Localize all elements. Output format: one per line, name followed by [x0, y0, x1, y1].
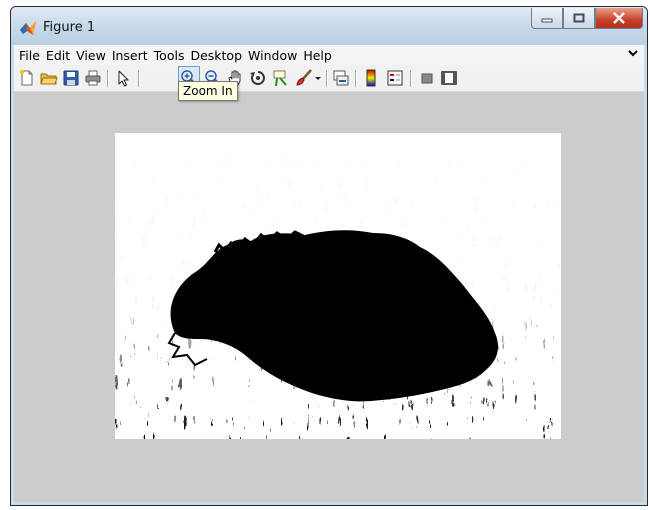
minimize-icon — [541, 18, 553, 23]
title-bar[interactable]: Figure 1 — [11, 7, 647, 45]
toolbar-separator — [107, 70, 109, 87]
edit-plot-icon[interactable] — [114, 69, 132, 87]
open-file-icon[interactable] — [40, 69, 58, 87]
menu-view[interactable]: View — [73, 48, 109, 63]
toolbar-separator — [355, 70, 357, 87]
menu-desktop[interactable]: Desktop — [187, 48, 245, 63]
menu-window[interactable]: Window — [245, 48, 300, 63]
rotate-3d-icon[interactable] — [249, 69, 267, 87]
close-icon — [613, 12, 625, 24]
binary-image-plot[interactable] — [115, 133, 561, 439]
show-plot-tools-icon[interactable] — [440, 69, 458, 87]
toolbar-separator — [410, 70, 412, 87]
minimize-button[interactable] — [531, 8, 563, 29]
save-icon[interactable] — [62, 69, 80, 87]
figure-window: Figure 1 File Edit View Insert Tools Des… — [10, 6, 648, 506]
maximize-button[interactable] — [563, 8, 595, 29]
new-figure-icon[interactable] — [18, 69, 36, 87]
link-plot-icon[interactable] — [332, 69, 350, 87]
figure-toolbar — [14, 65, 644, 92]
data-cursor-icon[interactable] — [272, 69, 290, 87]
hide-plot-tools-icon[interactable] — [418, 69, 436, 87]
window-controls — [531, 8, 643, 29]
colorbar-icon[interactable] — [362, 69, 380, 87]
toolbar-separator — [326, 70, 328, 87]
window-title: Figure 1 — [43, 20, 96, 35]
menubar-overflow-icon[interactable] — [628, 48, 638, 58]
menu-tools[interactable]: Tools — [151, 48, 188, 63]
menu-help[interactable]: Help — [300, 48, 335, 63]
close-button[interactable] — [595, 8, 643, 29]
figure-canvas[interactable] — [14, 92, 644, 502]
toolbar-separator — [138, 70, 140, 87]
print-icon[interactable] — [84, 69, 102, 87]
matlab-logo-icon — [20, 21, 36, 35]
maximize-icon — [573, 13, 585, 23]
legend-icon[interactable] — [386, 69, 404, 87]
zoom-in-tooltip: Zoom In — [178, 81, 238, 101]
menu-file[interactable]: File — [16, 48, 43, 63]
brush-icon[interactable] — [295, 69, 313, 87]
menu-insert[interactable]: Insert — [109, 48, 151, 63]
brush-dropdown-icon[interactable] — [313, 69, 323, 87]
menu-edit[interactable]: Edit — [43, 48, 73, 63]
menu-bar: File Edit View Insert Tools Desktop Wind… — [14, 45, 644, 65]
